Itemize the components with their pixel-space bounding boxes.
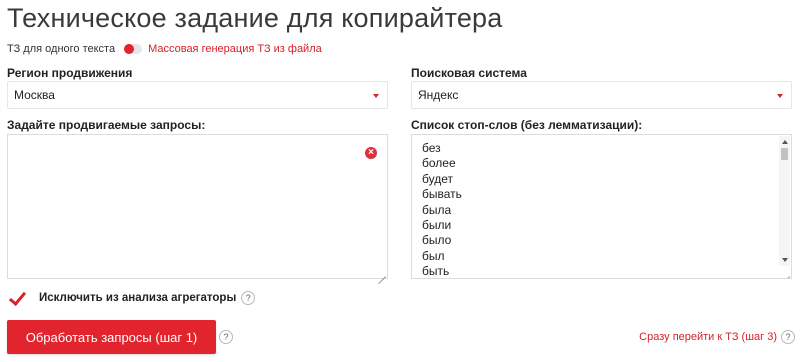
help-icon[interactable]: ?: [219, 330, 233, 344]
stopword-item: быть: [422, 264, 450, 279]
resize-handle-icon[interactable]: [782, 269, 790, 277]
stopwords-label: Список стоп-слов (без лемматизации):: [411, 118, 643, 132]
region-select[interactable]: Москва: [7, 81, 388, 109]
stopword-item: более: [422, 156, 456, 171]
search-engine-label: Поисковая система: [411, 66, 527, 80]
scroll-down-icon[interactable]: [782, 258, 788, 262]
stopwords-textarea[interactable]: без более будет бывать была были было бы…: [411, 134, 792, 279]
resize-handle-icon[interactable]: [378, 269, 386, 277]
stopword-item: без: [422, 141, 441, 155]
help-icon[interactable]: ?: [241, 291, 256, 305]
stopword-item: было: [422, 233, 452, 248]
region-label: Регион продвижения: [7, 66, 133, 80]
page-title: Техническое задание для копирайтера: [7, 3, 503, 33]
stopword-item: была: [422, 202, 452, 217]
stopwords-scrollbar[interactable]: [779, 136, 790, 266]
search-engine-select[interactable]: Яндекс: [411, 81, 792, 109]
aggregators-checkbox[interactable]: [7, 288, 27, 308]
stopword-item: будет: [422, 171, 453, 186]
region-select-value: Москва: [14, 88, 55, 102]
mode-mass-label[interactable]: Массовая генерация ТЗ из файла: [148, 43, 322, 55]
stopword-item: были: [422, 217, 452, 232]
mode-toggle[interactable]: [124, 44, 143, 54]
skip-to-step3-link[interactable]: Сразу перейти к ТЗ (шаг 3): [639, 331, 777, 343]
clear-icon[interactable]: ×: [365, 147, 377, 159]
mode-switch-row: ТЗ для одного текста Массовая генерация …: [7, 42, 322, 56]
queries-label: Задайте продвигаемые запросы:: [7, 118, 206, 132]
chevron-down-icon: [777, 94, 783, 98]
search-engine-select-value: Яндекс: [418, 88, 459, 102]
queries-textarea[interactable]: ×: [7, 134, 388, 279]
chevron-down-icon: [373, 94, 379, 98]
help-icon[interactable]: ?: [781, 330, 795, 344]
scroll-thumb[interactable]: [781, 148, 788, 160]
mode-single-label[interactable]: ТЗ для одного текста: [7, 43, 115, 55]
aggregators-row: Исключить из анализа агрегаторы ?: [7, 288, 256, 308]
scroll-up-icon[interactable]: [782, 140, 788, 144]
process-queries-button[interactable]: Обработать запросы (шаг 1): [7, 320, 216, 354]
stopword-item: был: [422, 248, 445, 263]
stopword-item: бывать: [422, 187, 462, 202]
stopwords-list: без более будет бывать была были было бы…: [412, 141, 777, 279]
toggle-knob: [124, 44, 135, 54]
aggregators-label[interactable]: Исключить из анализа агрегаторы: [39, 292, 236, 304]
